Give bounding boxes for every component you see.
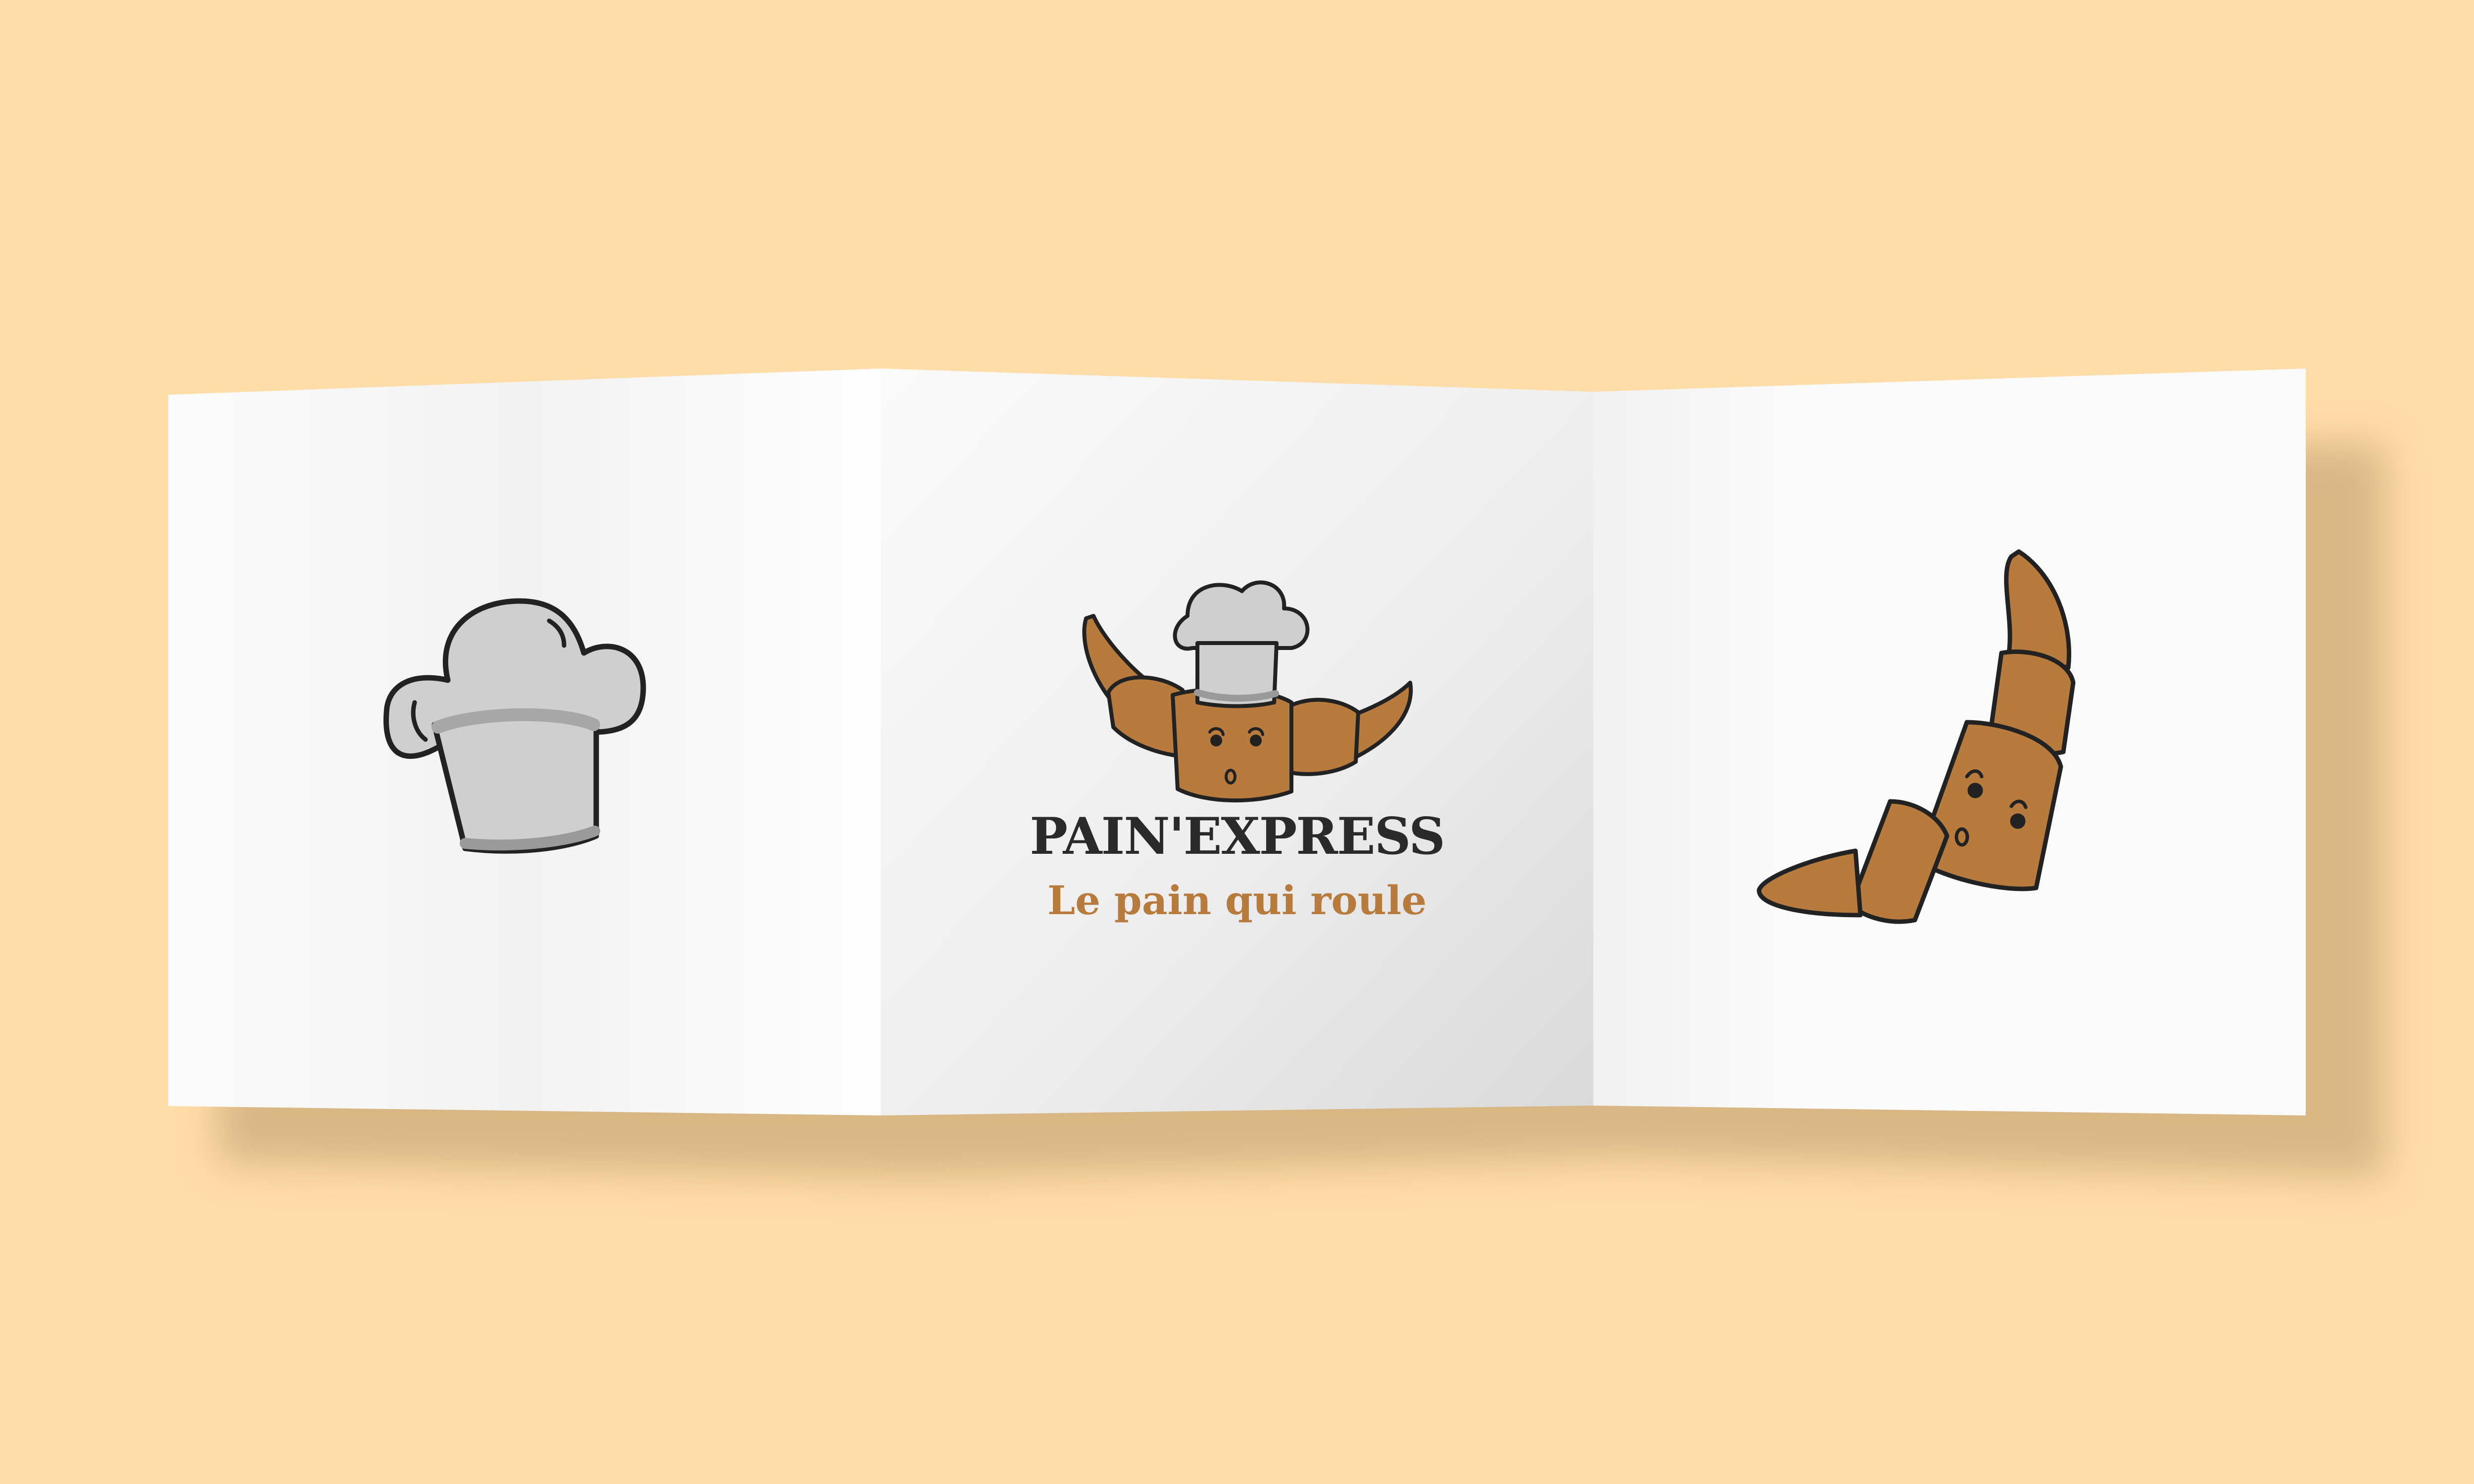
brand-tagline: Le pain qui roule: [1047, 877, 1427, 924]
mockup-stage: PAIN'EXPRESS Le pain qui roule: [0, 0, 2474, 1484]
brochure-panel-right: [1593, 369, 2306, 1115]
brand-name: PAIN'EXPRESS: [1030, 807, 1445, 866]
